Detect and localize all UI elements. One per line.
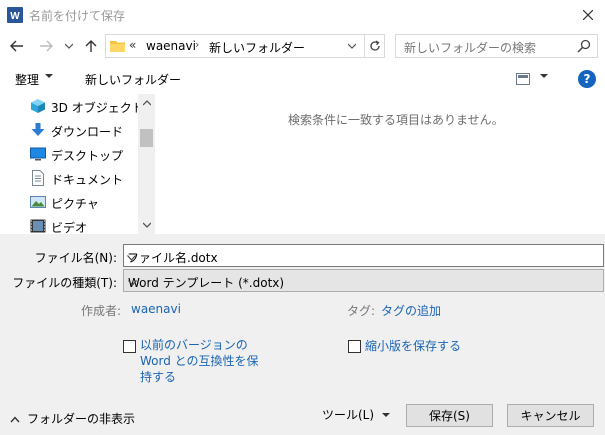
sidebar-item-pictures[interactable]: ピクチャ: [0, 190, 138, 214]
save-label: 保存(S): [429, 409, 470, 423]
navigation-scrollbar[interactable]: [138, 94, 155, 234]
sidebar-item-label: デスクトップ: [51, 149, 124, 163]
scrollbar-thumb[interactable]: [140, 129, 153, 147]
sidebar-item-downloads[interactable]: ダウンロード: [0, 118, 138, 142]
arrow-up-icon: [85, 40, 97, 52]
tools-button[interactable]: ツール(L): [322, 406, 390, 423]
tags-value[interactable]: タグの追加: [381, 302, 441, 319]
sidebar-item-label: 3D オブジェクト: [51, 101, 144, 115]
save-options-panel: ファイル名(N): ファイル名.dotx ファイルの種類(T): Word テン…: [0, 234, 605, 435]
sidebar-item-label: ダウンロード: [51, 125, 124, 139]
svg-text:W: W: [10, 11, 20, 22]
desktop-icon: [30, 146, 46, 162]
view-icon[interactable]: [516, 73, 530, 85]
hide-folders-label: フォルダーの非表示: [27, 412, 136, 426]
breadcrumb-waenavi[interactable]: waenavi: [146, 39, 196, 53]
document-icon: [30, 170, 46, 186]
search-box[interactable]: 新しいフォルダーの検索: [395, 34, 598, 58]
address-overflow[interactable]: «: [129, 38, 136, 52]
thumbnail-label[interactable]: 縮小版を保存する: [365, 337, 461, 354]
address-bar[interactable]: « waenavi › 新しいフォルダー: [105, 34, 385, 58]
caret-down-icon[interactable]: [540, 72, 548, 80]
caret-down-icon[interactable]: [45, 72, 53, 80]
chevron-down-icon[interactable]: [128, 275, 600, 289]
download-icon: [30, 122, 46, 138]
arrow-right-icon: [40, 40, 53, 52]
scroll-up-icon[interactable]: [138, 96, 155, 110]
tags-label: タグ:: [347, 304, 376, 318]
caret-down-icon: [381, 408, 390, 422]
window-title: 名前を付けて保存: [29, 9, 126, 23]
breadcrumb-new-folder[interactable]: 新しいフォルダー: [209, 39, 305, 56]
cube-3d-icon: [30, 98, 46, 114]
up-button[interactable]: [81, 36, 101, 56]
compatibility-checkbox[interactable]: [123, 340, 136, 353]
refresh-icon: [369, 40, 380, 51]
chevron-down-icon: [348, 43, 356, 49]
pictures-icon: [30, 194, 46, 210]
cancel-button[interactable]: キャンセル: [507, 404, 594, 427]
empty-message: 検索条件に一致する項目はありません。: [288, 113, 504, 127]
breadcrumb-separator[interactable]: ›: [195, 38, 199, 51]
author-value[interactable]: waenavi: [131, 302, 181, 316]
chevron-up-icon: [10, 412, 20, 426]
compatibility-label[interactable]: 以前のバージョンの Word との互換性を保持する: [140, 337, 260, 385]
filetype-select[interactable]: Word テンプレート (*.dotx): [123, 269, 604, 292]
organize-button[interactable]: 整理: [15, 71, 39, 88]
search-input[interactable]: 新しいフォルダーの検索: [404, 39, 536, 56]
filetype-label: ファイルの種類(T):: [12, 276, 117, 290]
sidebar-item-desktop[interactable]: デスクトップ: [0, 142, 138, 166]
command-bar: 整理 新しいフォルダー ?: [0, 64, 605, 94]
title-bar: W 名前を付けて保存: [0, 0, 605, 30]
recent-locations-button[interactable]: [62, 39, 76, 53]
cancel-label: キャンセル: [520, 409, 581, 423]
sidebar-item-label: ピクチャ: [51, 197, 99, 211]
forward-button[interactable]: [36, 36, 56, 56]
video-icon: [30, 218, 46, 234]
search-icon[interactable]: [577, 39, 593, 55]
navigation-pane: 3D オブジェクト ダウンロード デスクトップ ドキュメント ピクチャ ビデオ: [0, 94, 155, 235]
chevron-down-icon: [65, 43, 73, 49]
arrow-left-icon: [10, 40, 23, 52]
close-icon: [583, 10, 593, 20]
close-button[interactable]: [574, 3, 602, 27]
address-dropdown[interactable]: [344, 38, 360, 54]
tools-label: ツール(L): [322, 408, 375, 422]
sidebar-item-3d-objects[interactable]: 3D オブジェクト: [0, 94, 144, 118]
back-button[interactable]: [7, 36, 27, 56]
save-button[interactable]: 保存(S): [406, 404, 493, 427]
thumbnail-checkbox[interactable]: [348, 340, 361, 353]
word-icon: W: [7, 7, 23, 23]
chevron-down-icon[interactable]: [127, 250, 600, 264]
scroll-down-icon[interactable]: [138, 218, 155, 232]
file-list[interactable]: 検索条件に一致する項目はありません。: [156, 94, 605, 234]
filename-field[interactable]: ファイル名.dotx: [123, 244, 604, 267]
sidebar-item-label: ドキュメント: [51, 173, 124, 187]
new-folder-button[interactable]: 新しいフォルダー: [85, 71, 181, 88]
author-label: 作成者:: [81, 304, 122, 318]
filename-label: ファイル名(N):: [34, 251, 117, 265]
help-button[interactable]: ?: [578, 70, 596, 88]
sidebar-item-documents[interactable]: ドキュメント: [0, 166, 138, 190]
folder-icon: [110, 39, 125, 53]
refresh-button[interactable]: [364, 35, 384, 57]
